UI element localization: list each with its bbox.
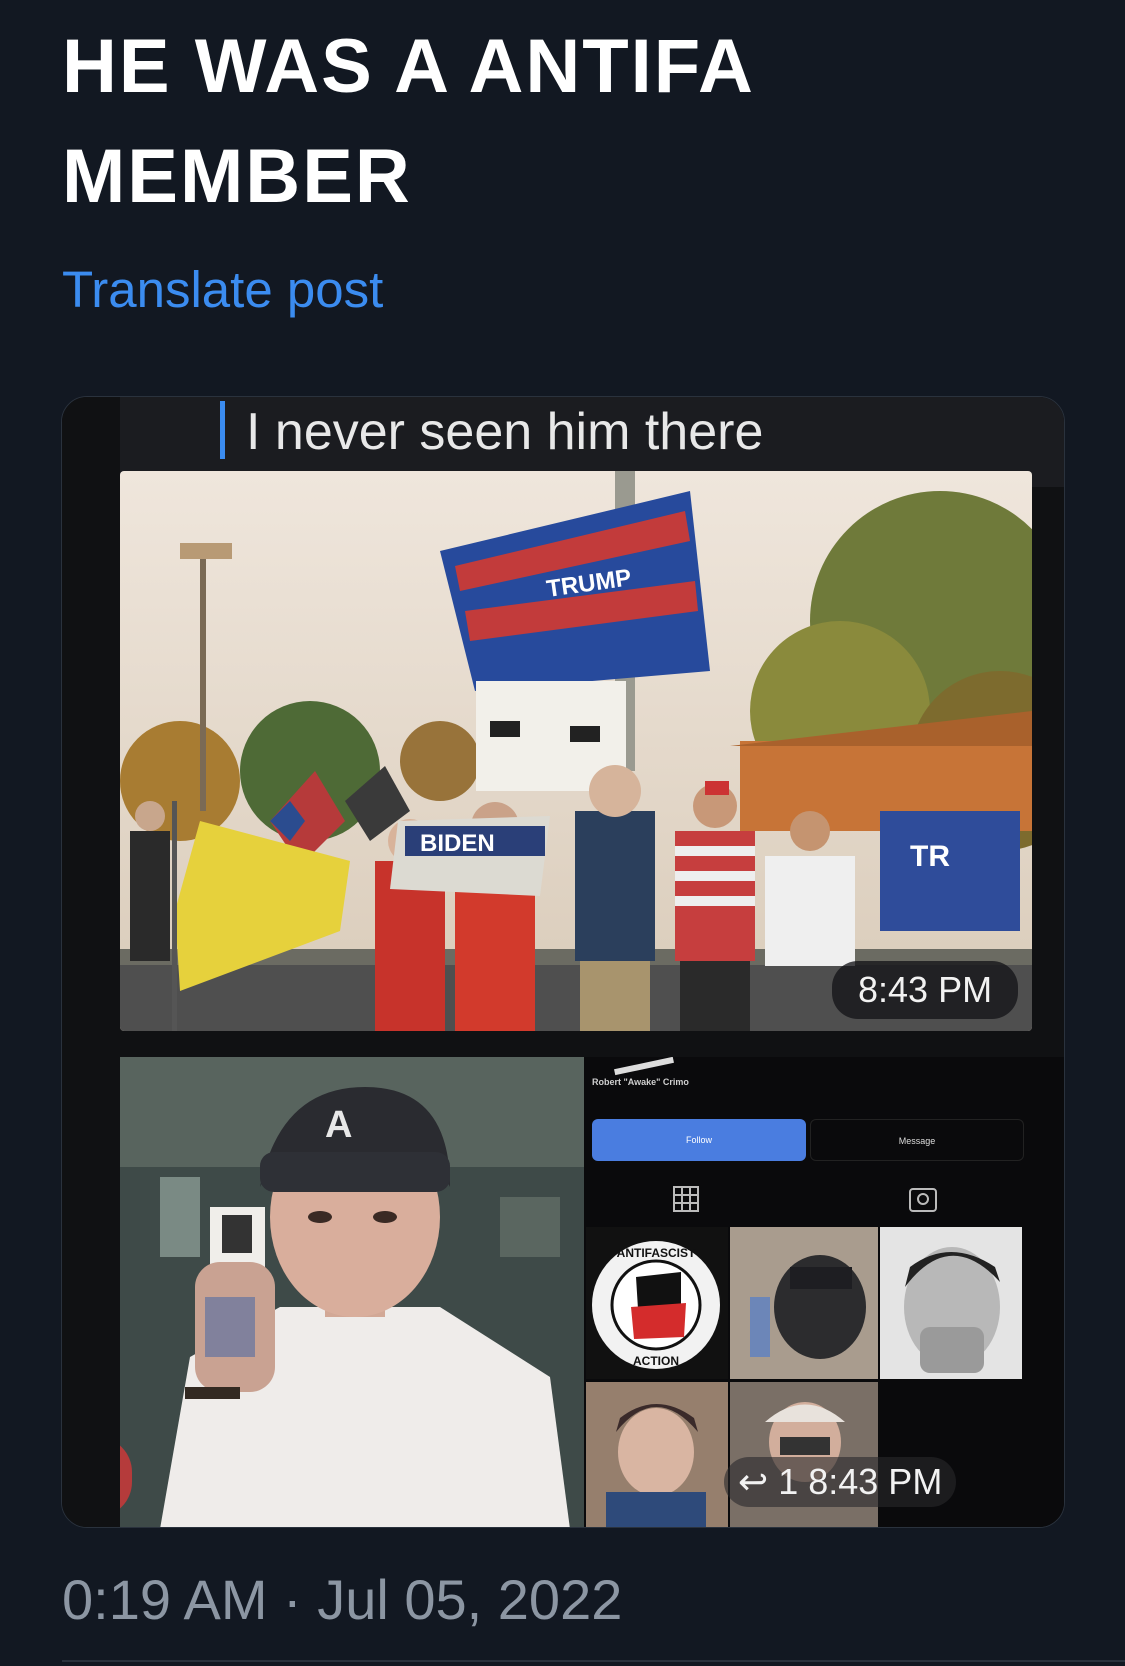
portrait-tile [586,1382,728,1527]
message-time-bottom: 8:43 PM [808,1461,943,1502]
follow-button: Follow [592,1119,806,1161]
message-button: Message [810,1119,1024,1161]
svg-text:A: A [325,1104,352,1146]
masked-person-tile [730,1227,878,1379]
message-time-top: 8:43 PM [832,961,1019,1019]
screenshot-image: I never seen him there TRUMP TR BIDEN 8:… [62,397,1064,1527]
profile-name: Robert "Awake" Crimo [592,1077,689,1087]
profile-header-mark [614,1057,674,1076]
caption-text: I never seen him there [246,403,764,461]
rally-photo: TRUMP TR BIDEN 8:43 PM [120,471,1032,1031]
text-caret [220,401,225,459]
translate-post-link[interactable]: Translate post [62,260,383,319]
selfie-photo: A [120,1057,585,1527]
post-timestamp: 0:19 AM · Jul 05, 2022 [62,1568,623,1631]
message-time-bottom-pill: ↩ 1 8:43 PM [724,1457,957,1507]
rally-scene: TRUMP TR BIDEN [120,471,1032,1031]
face-photo-tile [880,1227,1022,1379]
post-media[interactable]: I never seen him there TRUMP TR BIDEN 8:… [61,396,1065,1528]
antifa-ring-top: ANTIFASCIST [617,1246,696,1260]
antifa-ring-bottom: ACTION [633,1354,679,1368]
post-text: HE WAS A ANTIFA MEMBER [62,24,753,219]
divider [62,1660,1125,1662]
grid-icon [673,1186,699,1212]
selfie-scene: A [120,1057,585,1527]
reply-arrow-icon: ↩ [738,1461,769,1502]
tagged-icon [909,1188,937,1212]
antifa-logo-tile: ANTIFASCIST ACTION [586,1227,728,1379]
trump-sign-text: TR [910,840,950,873]
reply-count: 1 [778,1461,799,1502]
biden-sign-text: BIDEN [420,830,495,857]
profile-screenshot: Robert "Awake" Crimo Follow Message ANTI… [584,1057,1064,1527]
